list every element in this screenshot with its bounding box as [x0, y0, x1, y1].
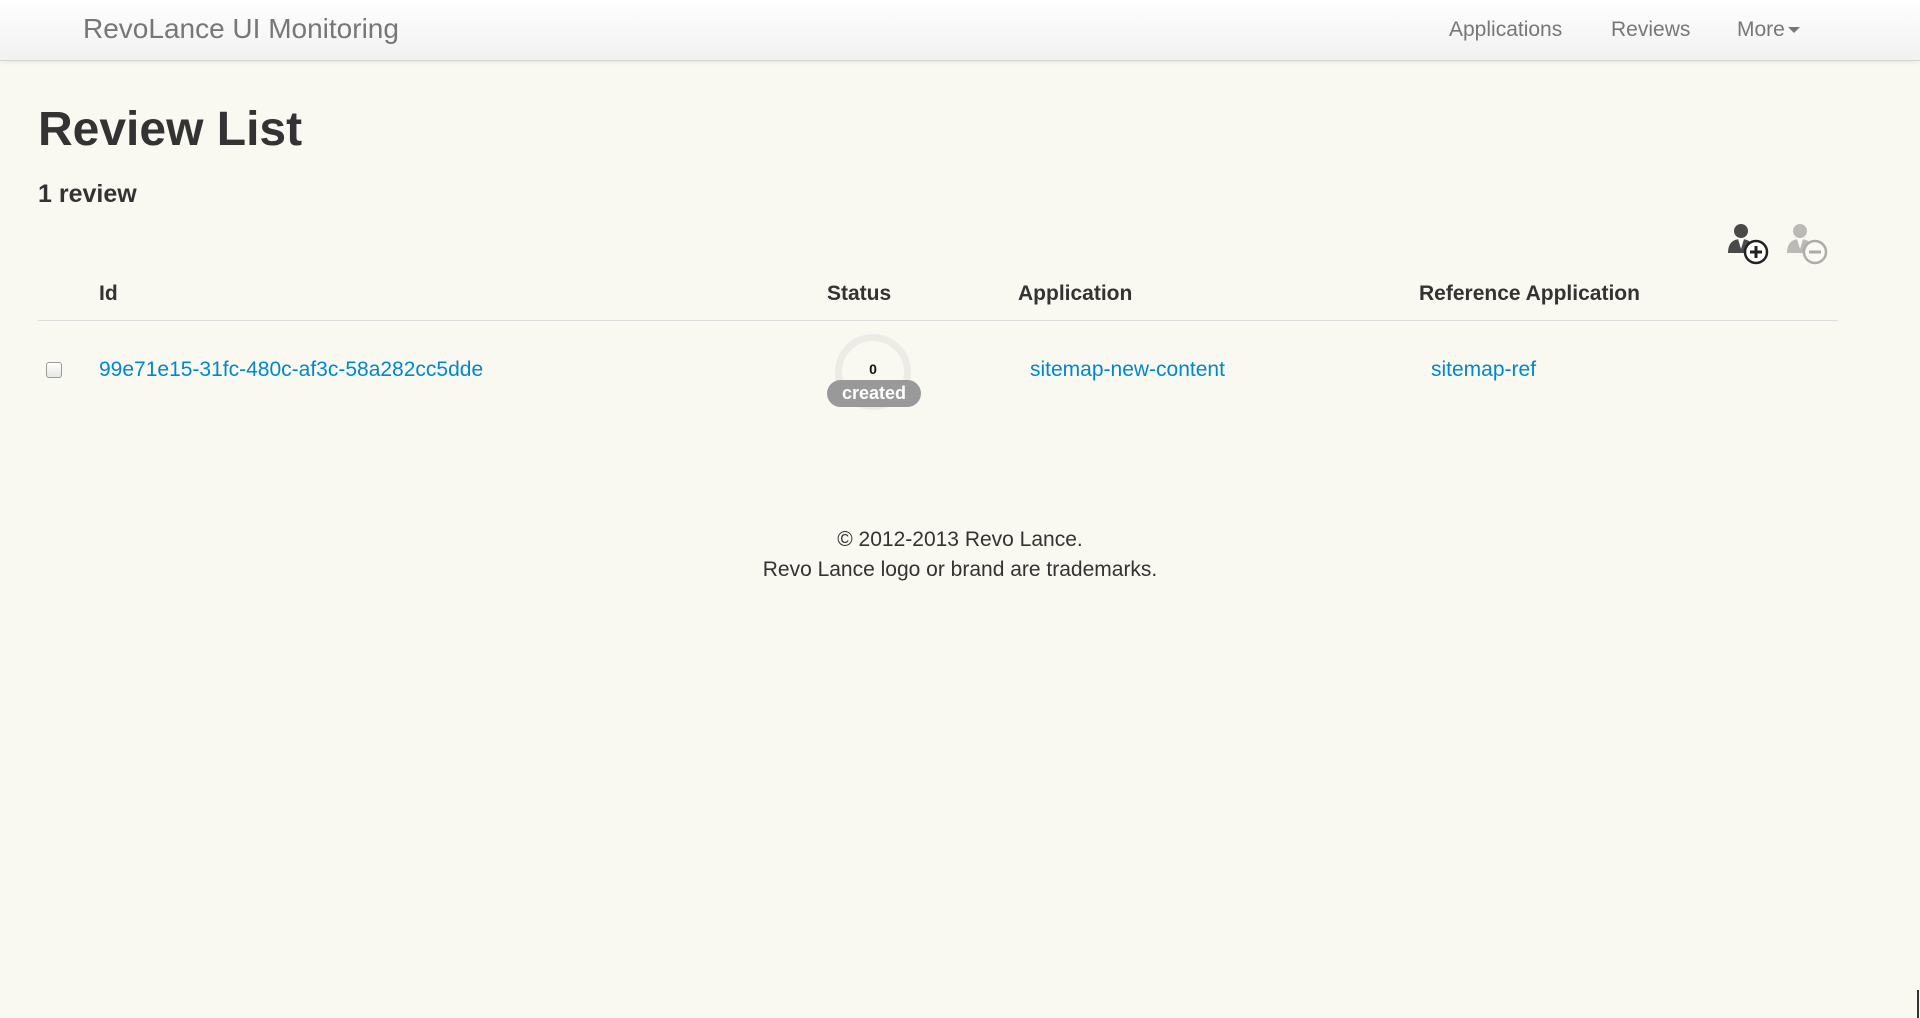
- page-title: Review List: [38, 103, 303, 156]
- brand-link[interactable]: RevoLance UI Monitoring: [83, 13, 399, 45]
- caret-down-icon: [1787, 27, 1800, 34]
- navbar: RevoLance UI Monitoring Applications Rev…: [0, 0, 1920, 61]
- nav-more-dropdown[interactable]: More: [1737, 18, 1800, 42]
- review-table-header: Id Status Application Reference Applicat…: [38, 278, 1838, 321]
- review-id-link[interactable]: 99e71e15-31fc-480c-af3c-58a282cc5dde: [99, 358, 483, 382]
- nav-reviews[interactable]: Reviews: [1611, 18, 1690, 42]
- column-header-reference-application: Reference Application: [1419, 282, 1640, 305]
- application-link[interactable]: sitemap-new-content: [1030, 358, 1225, 382]
- table-row: 99e71e15-31fc-480c-af3c-58a282cc5dde 0 c…: [38, 322, 1838, 412]
- footer: © 2012-2013 Revo Lance. Revo Lance logo …: [0, 525, 1920, 585]
- reference-application-link[interactable]: sitemap-ref: [1431, 358, 1536, 382]
- status-count: 0: [869, 361, 877, 377]
- add-user-icon: [1728, 224, 1769, 265]
- status-badge: created: [827, 380, 921, 407]
- window-edge-marker: [1917, 990, 1919, 1018]
- nav-applications[interactable]: Applications: [1449, 18, 1562, 42]
- column-header-application: Application: [1018, 282, 1133, 305]
- row-select-checkbox[interactable]: [46, 362, 62, 378]
- column-header-id: Id: [99, 282, 118, 305]
- footer-copyright: © 2012-2013 Revo Lance.: [837, 528, 1083, 551]
- footer-trademark: Revo Lance logo or brand are trademarks.: [762, 558, 1158, 581]
- remove-user-icon: [1787, 224, 1828, 265]
- column-header-status: Status: [827, 282, 892, 305]
- review-count: 1 review: [38, 180, 137, 208]
- remove-user-button[interactable]: [1784, 221, 1830, 267]
- nav-more-label: More: [1737, 18, 1785, 41]
- add-user-button[interactable]: [1725, 221, 1771, 267]
